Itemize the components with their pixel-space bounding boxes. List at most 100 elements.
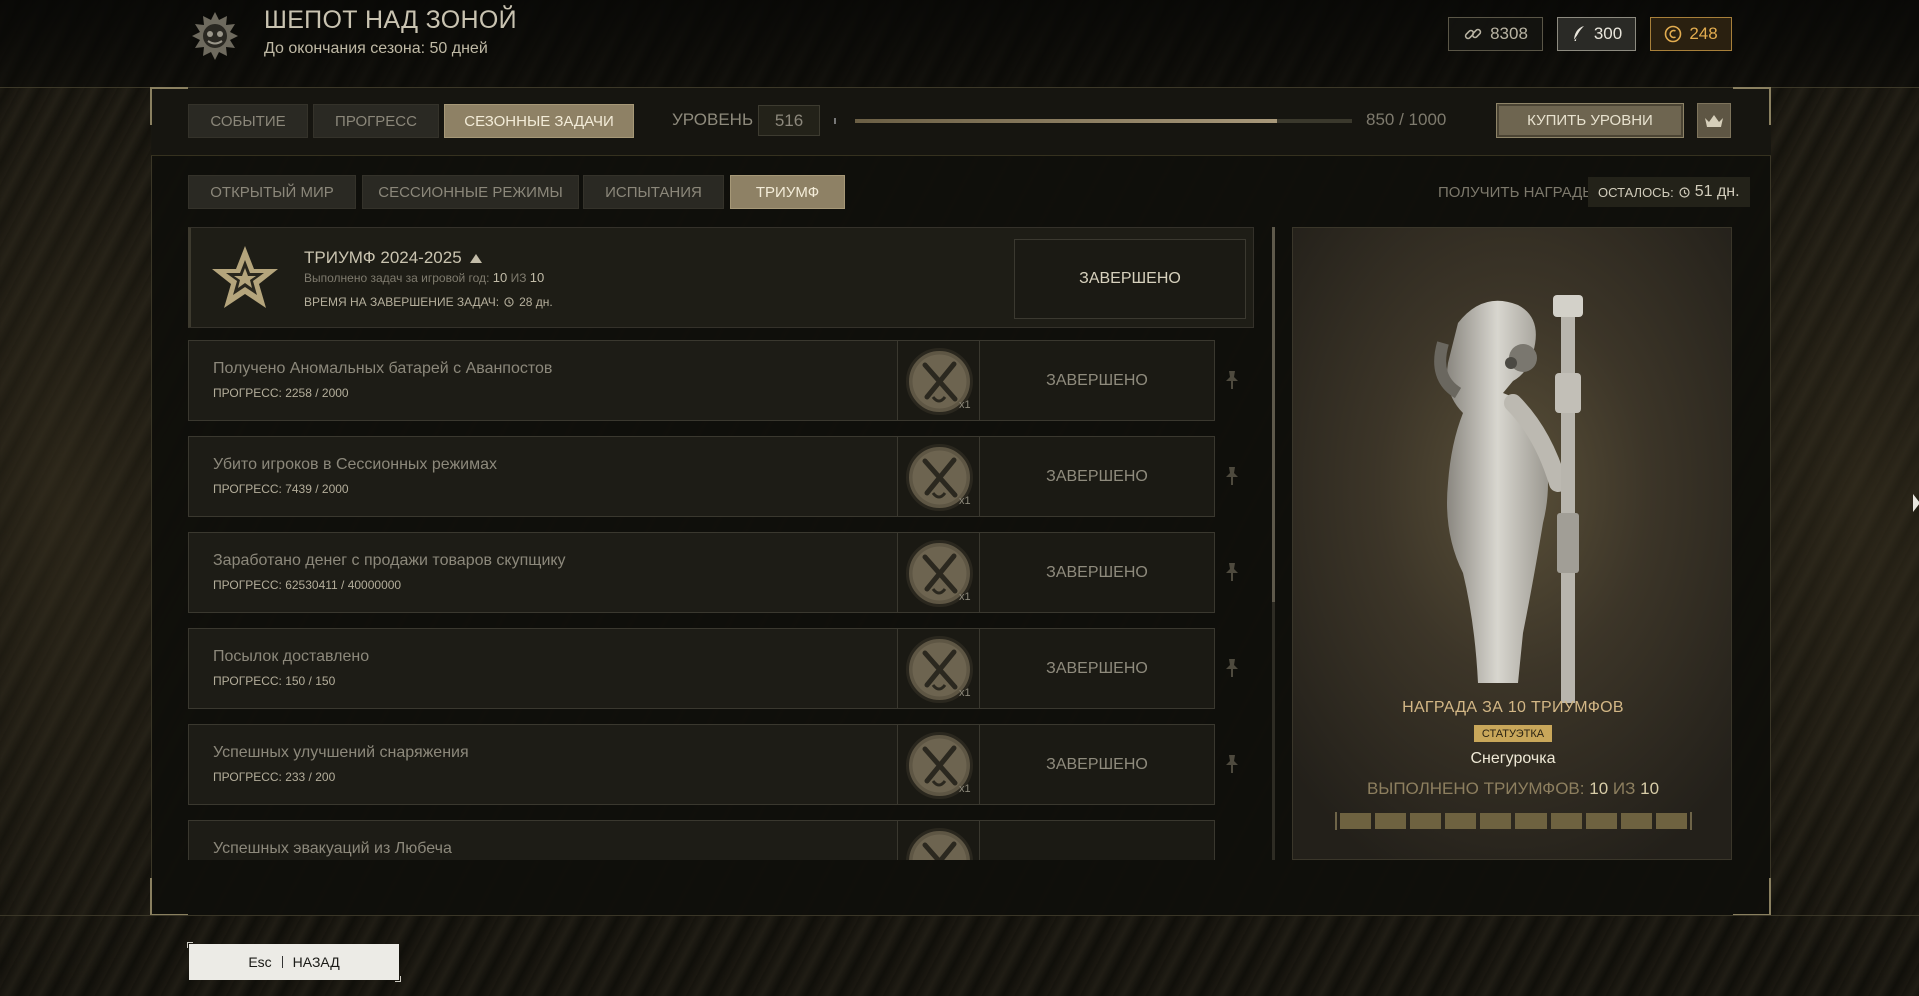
task-info: Успешных эвакуаций из Любеча bbox=[188, 820, 898, 860]
feather-icon bbox=[1572, 26, 1584, 43]
premium-button[interactable] bbox=[1697, 103, 1731, 138]
tab-session-modes[interactable]: СЕССИОННЫЕ РЕЖИМЫ bbox=[362, 175, 579, 209]
progress-segment bbox=[1620, 813, 1652, 829]
task-name: Заработано денег с продажи товаров скупщ… bbox=[213, 552, 566, 569]
triumphs-label: ВЫПОЛНЕНО ТРИУМФОВ: bbox=[1366, 779, 1585, 798]
task-status-button[interactable]: ЗАВЕРШЕНО bbox=[979, 340, 1215, 421]
currency-feather-value: 300 bbox=[1593, 24, 1623, 43]
level-progress-text: 850 / 1000 bbox=[1366, 110, 1447, 129]
task-row[interactable]: Заработано денег с продажи товаров скупщ… bbox=[188, 532, 1238, 613]
task-status-button[interactable]: ЗАВЕРШЕНО bbox=[979, 436, 1215, 517]
triumph-summary-card[interactable]: ТРИУМФ 2024-2025 Выполнено задач за игро… bbox=[188, 227, 1254, 328]
task-row[interactable]: Получено Аномальных батарей с Аванпостов… bbox=[188, 340, 1238, 421]
task-reward[interactable] bbox=[897, 820, 980, 860]
task-info: Посылок доставлено ПРОГРЕСС: 150 / 150 bbox=[188, 628, 898, 709]
page-title: ШЕПОТ НАД ЗОНОЙ bbox=[264, 6, 517, 34]
clock-icon bbox=[504, 297, 514, 307]
task-progress: ПРОГРЕСС: 62530411 / 40000000 bbox=[213, 578, 402, 592]
progress-segment bbox=[1445, 813, 1477, 829]
tab-trials[interactable]: ИСПЫТАНИЯ bbox=[583, 175, 724, 209]
task-reward[interactable]: x1 bbox=[897, 628, 980, 709]
back-separator bbox=[281, 956, 283, 968]
task-status-button[interactable]: ЗАВЕРШЕНО bbox=[979, 724, 1215, 805]
tab-open-world[interactable]: ОТКРЫТЫЙ МИР bbox=[188, 175, 356, 209]
task-progress: ПРОГРЕСС: 2258 / 2000 bbox=[213, 386, 349, 400]
bottom-divider bbox=[0, 915, 1919, 916]
frame-corner bbox=[1733, 878, 1771, 916]
task-info: Успешных улучшений снаряжения ПРОГРЕСС: … bbox=[188, 724, 898, 805]
task-status-button[interactable] bbox=[979, 820, 1215, 860]
pin-icon[interactable] bbox=[1223, 562, 1238, 582]
triumph-status-button[interactable]: ЗАВЕРШЕНО bbox=[1014, 239, 1246, 319]
reward-title: НАГРАДА ЗА 10 ТРИУМФОВ bbox=[1402, 699, 1624, 716]
season-remaining-text: До окончания сезона: 50 дней bbox=[264, 40, 488, 57]
reward-type-badge: СТАТУЭТКА bbox=[1474, 725, 1552, 742]
currency-link[interactable]: 8308 bbox=[1448, 17, 1543, 51]
progress-segment bbox=[1340, 813, 1372, 829]
task-progress: ПРОГРЕСС: 150 / 150 bbox=[213, 674, 336, 688]
reward-qty: x1 bbox=[959, 591, 971, 603]
collapse-caret-icon[interactable] bbox=[469, 253, 482, 263]
task-row[interactable]: Успешных улучшений снаряжения ПРОГРЕСС: … bbox=[188, 724, 1238, 805]
triumph-title[interactable]: ТРИУМФ 2024-2025 bbox=[304, 248, 482, 268]
time-label: ВРЕМЯ НА ЗАВЕРШЕНИЕ ЗАДАЧ: bbox=[304, 295, 500, 309]
pin-icon[interactable] bbox=[1223, 466, 1238, 486]
triumphs-total: 10 bbox=[1640, 779, 1660, 798]
task-row[interactable]: Убито игроков в Сессионных режимах ПРОГР… bbox=[188, 436, 1238, 517]
progress-segment bbox=[1550, 813, 1582, 829]
progress-segment bbox=[1655, 813, 1687, 829]
task-list[interactable]: Получено Аномальных батарей с Аванпостов… bbox=[188, 340, 1238, 860]
task-reward[interactable]: x1 bbox=[897, 724, 980, 805]
tasks-done-value: 10 bbox=[492, 270, 508, 285]
pin-icon[interactable] bbox=[1223, 370, 1238, 390]
get-rewards-link[interactable]: ПОЛУЧИТЬ НАГРАДЫ bbox=[1438, 184, 1596, 201]
reward-qty: x1 bbox=[959, 687, 971, 699]
reward-panel: НАГРАДА ЗА 10 ТРИУМФОВ СТАТУЭТКА Снегуро… bbox=[1292, 227, 1732, 860]
task-row[interactable]: Посылок доставлено ПРОГРЕСС: 150 / 150 x… bbox=[188, 628, 1238, 709]
time-value: 28 дн. bbox=[519, 295, 553, 309]
task-name: Посылок доставлено bbox=[213, 648, 370, 665]
tab-progress[interactable]: ПРОГРЕСС bbox=[313, 104, 439, 138]
time-remaining: ОСТАЛОСЬ: 51 дн. bbox=[1588, 177, 1750, 207]
tab-triumph[interactable]: ТРИУМФ bbox=[730, 175, 845, 209]
remaining-label: ОСТАЛОСЬ: bbox=[1598, 184, 1674, 200]
level-progress-bar bbox=[855, 119, 1352, 123]
task-reward[interactable]: x1 bbox=[897, 436, 980, 517]
pin-icon[interactable] bbox=[1223, 754, 1238, 774]
tab-seasonal-tasks[interactable]: СЕЗОННЫЕ ЗАДАЧИ bbox=[444, 104, 634, 138]
back-key: Esc bbox=[248, 954, 272, 970]
task-info: Получено Аномальных батарей с Аванпостов… bbox=[188, 340, 898, 421]
task-list-scrollbar-thumb[interactable] bbox=[1272, 227, 1275, 602]
frame-corner bbox=[150, 878, 188, 916]
button-corner bbox=[187, 942, 193, 948]
statuette-figure-image bbox=[1434, 295, 1583, 703]
tasks-total-value: 10 bbox=[529, 270, 545, 285]
progress-segment bbox=[1515, 813, 1547, 829]
remaining-value: 51 дн. bbox=[1694, 183, 1740, 200]
triumph-time: ВРЕМЯ НА ЗАВЕРШЕНИЕ ЗАДАЧ: 28 дн. bbox=[304, 295, 553, 309]
tab-event[interactable]: СОБЫТИЕ bbox=[188, 104, 308, 138]
task-progress: ПРОГРЕСС: 7439 / 2000 bbox=[213, 482, 349, 496]
currency-feather[interactable]: 300 bbox=[1557, 17, 1636, 51]
task-reward[interactable]: x1 bbox=[897, 532, 980, 613]
progress-segment bbox=[1585, 813, 1617, 829]
currency-coin[interactable]: 248 bbox=[1650, 17, 1732, 51]
buy-levels-button[interactable]: КУПИТЬ УРОВНИ bbox=[1496, 103, 1684, 138]
reward-name: Снегурочка bbox=[1470, 750, 1556, 767]
pin-icon[interactable] bbox=[1223, 658, 1238, 678]
task-status-button[interactable]: ЗАВЕРШЕНО bbox=[979, 628, 1215, 709]
reward-qty: x1 bbox=[959, 399, 971, 411]
crown-icon bbox=[1705, 114, 1723, 127]
tasks-done-label: Выполнено задач за игровой год: bbox=[304, 271, 490, 285]
level-progress-fill bbox=[855, 119, 1278, 123]
task-row[interactable]: Успешных эвакуаций из Любеча bbox=[188, 820, 1215, 860]
task-reward[interactable]: x1 bbox=[897, 340, 980, 421]
mouse-cursor-icon bbox=[1913, 494, 1919, 512]
back-label: НАЗАД bbox=[292, 954, 340, 970]
season-emblem-icon bbox=[192, 12, 238, 60]
task-status-button[interactable]: ЗАВЕРШЕНО bbox=[979, 532, 1215, 613]
back-button[interactable]: Esc НАЗАД bbox=[187, 942, 401, 982]
task-name: Успешных улучшений снаряжения bbox=[213, 744, 469, 761]
task-progress: ПРОГРЕСС: 233 / 200 bbox=[213, 770, 336, 784]
task-info: Заработано денег с продажи товаров скупщ… bbox=[188, 532, 898, 613]
